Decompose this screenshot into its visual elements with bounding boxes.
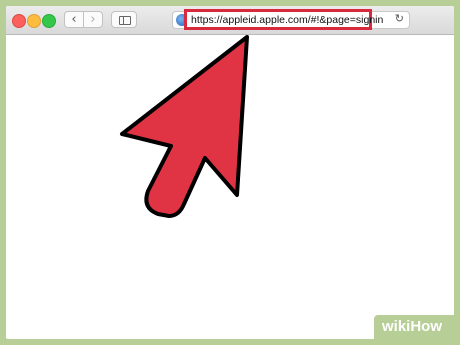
wikihow-logo: wikiHow (374, 315, 454, 339)
browser-window: ‹ › ↻ https://appleid.apple.com/#!&page=… (6, 6, 454, 339)
pointer-arrow-icon (120, 35, 249, 218)
